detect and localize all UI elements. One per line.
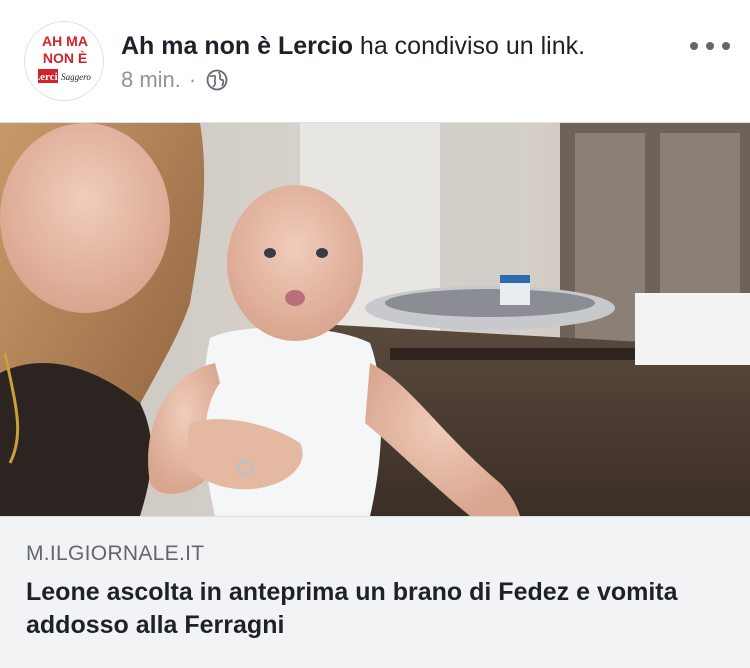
- avatar-logo-text: Lercio: [33, 71, 64, 83]
- post-author-line: Ah ma non è Lercio ha condiviso un link.: [121, 30, 585, 62]
- page-name-link[interactable]: Ah ma non è Lercio: [121, 32, 353, 60]
- globe-icon: [206, 69, 228, 91]
- meta-separator: ·: [188, 67, 197, 92]
- more-dot: [722, 42, 730, 50]
- more-options-button[interactable]: [690, 34, 730, 58]
- page-avatar[interactable]: AH MA NON È Lercio Saggero: [24, 21, 104, 101]
- link-title[interactable]: Leone ascolta in anteprima un brano di F…: [26, 576, 716, 642]
- post-header: AH MA NON È Lercio Saggero Ah ma non è L…: [0, 0, 750, 122]
- more-dot: [706, 42, 714, 50]
- avatar-line1: AH MA: [42, 33, 88, 49]
- video-thumbnail: [0, 123, 750, 516]
- link-preview-image[interactable]: [0, 123, 750, 516]
- lercio-logo: AH MA NON È Lercio Saggero: [25, 22, 103, 100]
- post-timestamp[interactable]: 8 min.: [121, 66, 181, 94]
- avatar-line2: NON È: [43, 50, 87, 66]
- post-meta: 8 min. ·: [121, 66, 228, 94]
- link-info[interactable]: M.ILGIORNALE.IT Leone ascolta in antepri…: [0, 516, 750, 668]
- post-action-text: ha condiviso un link.: [352, 32, 586, 60]
- link-preview-card[interactable]: M.ILGIORNALE.IT Leone ascolta in antepri…: [0, 122, 750, 668]
- more-dots-icon: [690, 42, 698, 50]
- link-domain: M.ILGIORNALE.IT: [26, 542, 205, 565]
- avatar-logo-subtext: Saggero: [61, 72, 91, 82]
